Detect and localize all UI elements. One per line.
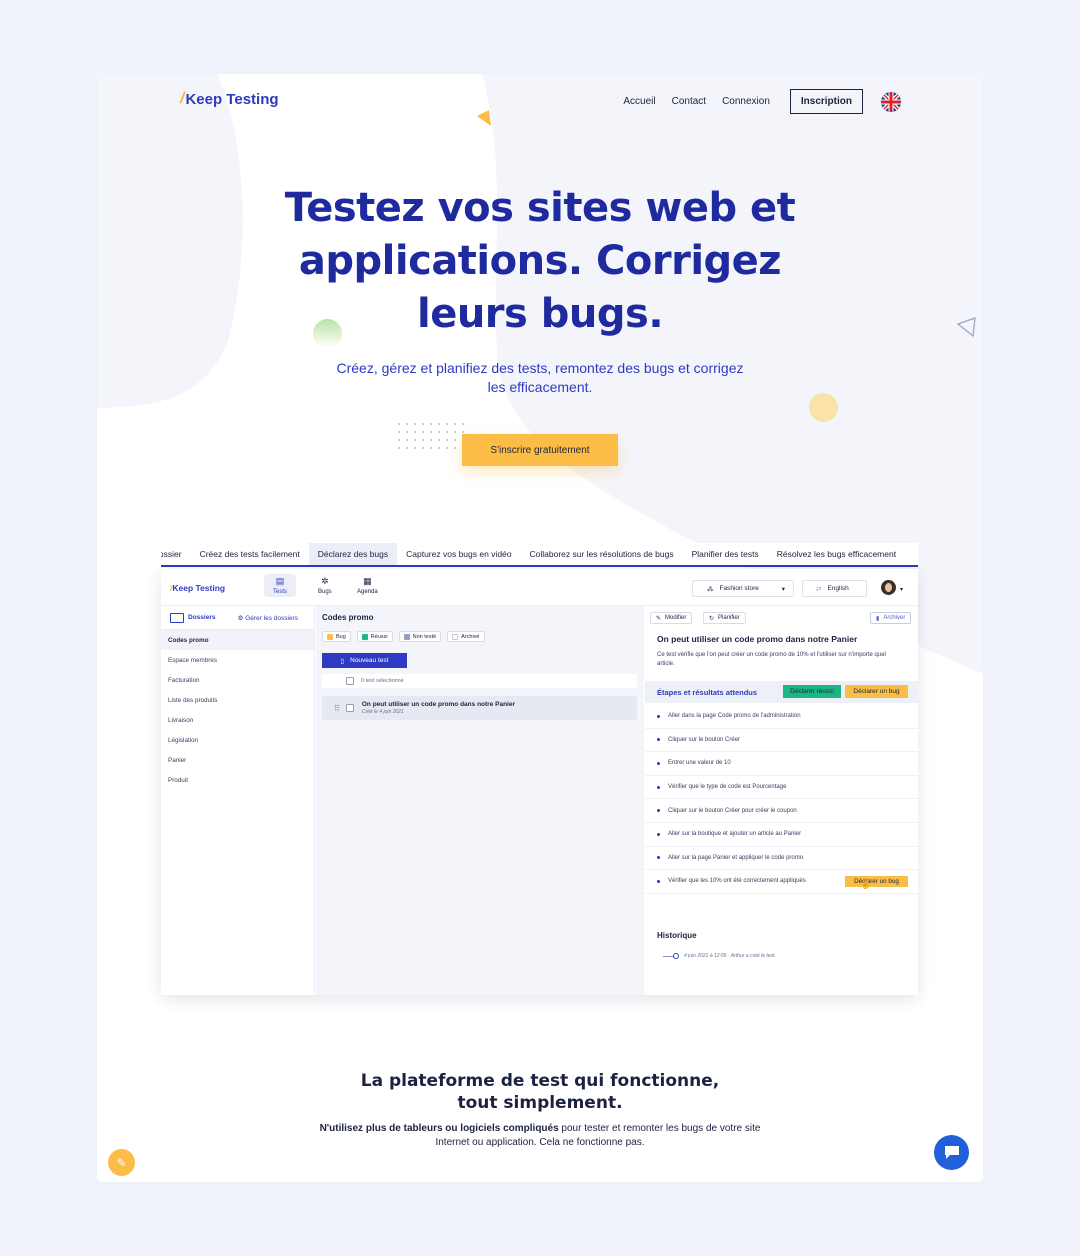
nav-contact-link[interactable]: Contact bbox=[672, 96, 706, 107]
chat-button[interactable] bbox=[934, 1135, 969, 1170]
folders-header: Dossiers ⚙ Gérer les dossiers bbox=[161, 606, 314, 630]
outline-triangle-icon bbox=[956, 317, 976, 338]
app-nav-tests[interactable]: ▤ Tests bbox=[264, 574, 297, 597]
new-test-button[interactable]: ▯ Nouveau test bbox=[322, 653, 407, 668]
sidebar-item-espace-membres[interactable]: Espace membres bbox=[161, 650, 314, 670]
logo-mark-icon: / bbox=[180, 90, 185, 107]
tab-collaborate[interactable]: Collaborez sur les résolutions de bugs bbox=[521, 543, 683, 565]
pen-badge-icon[interactable]: ✎ bbox=[108, 1149, 135, 1176]
document-icon: ▯ bbox=[340, 657, 345, 665]
app-nav-agenda[interactable]: ▦ Agenda bbox=[357, 576, 378, 595]
nav-home-link[interactable]: Accueil bbox=[623, 96, 655, 107]
tab-capture-video[interactable]: Capturez vos bugs en vidéo bbox=[397, 543, 520, 565]
filter-bug[interactable]: Bug bbox=[322, 631, 351, 642]
select-all-row: 0 test sélectionné bbox=[322, 674, 637, 688]
hero-title: Testez vos sites web et applications. Co… bbox=[284, 185, 796, 337]
test-date: Créé le 4 juin 2021 bbox=[361, 709, 404, 715]
calendar-icon: ▦ bbox=[363, 576, 372, 586]
section-description: N'utilisez plus de tableurs ou logiciels… bbox=[319, 1123, 761, 1148]
status-filters: Bug Réussi Non testé Archivé bbox=[322, 631, 491, 642]
list-item: Aller sur la boutique et ajouter un arti… bbox=[645, 823, 918, 847]
timeline-dot-icon bbox=[673, 953, 679, 959]
list-item: Aller sur la page Panier et appliquer le… bbox=[645, 847, 918, 871]
archive-button[interactable]: ▮ Archiver bbox=[870, 612, 912, 624]
app-preview: /Keep Testing ▤ Tests ✲ Bugs ▦ Agenda ⁂ Fash… bbox=[161, 569, 918, 995]
manage-folders-link[interactable]: ⚙ Gérer les dossiers bbox=[238, 614, 298, 622]
step-report-bug-button[interactable]: Déclarer un bug bbox=[845, 876, 908, 888]
clipboard-icon: ▤ bbox=[275, 576, 285, 586]
chat-bubble-icon bbox=[944, 1146, 959, 1159]
app-nav-bugs[interactable]: ✲ Bugs bbox=[318, 576, 332, 595]
dot-pattern bbox=[395, 420, 465, 454]
list-item: Vérifier que les 10% ont été correctemen… bbox=[645, 870, 918, 894]
yellow-circle-icon bbox=[809, 393, 838, 422]
language-select[interactable]: ⇄ English bbox=[802, 580, 867, 597]
history-entry: 4 juin 2021 à 12:05 · Arthur a créé le t… bbox=[663, 953, 776, 959]
list-item: Cliquer sur le bouton Créer bbox=[645, 729, 918, 753]
select-all-checkbox[interactable] bbox=[346, 677, 354, 685]
uk-flag-icon[interactable] bbox=[881, 91, 901, 112]
brand-logo[interactable]: / Keep Testing bbox=[180, 90, 279, 108]
translate-icon: ⇄ bbox=[816, 585, 822, 593]
steps-list: Aller dans la page Code promo de l'admin… bbox=[645, 705, 918, 894]
clock-icon: ↻ bbox=[709, 615, 715, 622]
avatar-caret-icon[interactable]: ▾ bbox=[900, 586, 903, 593]
signup-free-button[interactable]: S'inscrire gratuitement bbox=[462, 434, 618, 466]
nav-login-link[interactable]: Connexion bbox=[722, 96, 770, 107]
hand-cursor-icon: ☝ bbox=[860, 879, 872, 890]
schedule-button[interactable]: ↻ Planifier bbox=[703, 612, 746, 624]
folder-title: Codes promo bbox=[322, 613, 374, 622]
tab-create-tests[interactable]: Créez des tests facilement bbox=[191, 543, 309, 565]
sidebar-item-legislation[interactable]: Législation bbox=[161, 730, 314, 750]
test-list-panel: Codes promo Bug Réussi Non testé Archivé… bbox=[316, 606, 644, 995]
test-detail-panel: ✎ Modifier ↻ Planifier ▮ Archiver On peut u… bbox=[645, 606, 918, 995]
sidebar-item-livraison[interactable]: Livraison bbox=[161, 710, 314, 730]
tab-plan-tests[interactable]: Planifier des tests bbox=[683, 543, 768, 565]
app-logo: /Keep Testing bbox=[170, 583, 226, 593]
tab-folder[interactable]: lossier bbox=[161, 543, 191, 565]
pencil-icon: ✎ bbox=[656, 615, 662, 622]
drag-handle-icon[interactable]: ⠿ bbox=[334, 704, 340, 713]
test-description: Ce test vérifie que l'on peut créer un c… bbox=[657, 652, 886, 667]
bug-icon: ✲ bbox=[321, 576, 329, 586]
report-bug-button[interactable]: Déclarer un bug bbox=[845, 685, 908, 698]
feature-tabs: lossier Créez des tests facilement Décla… bbox=[161, 543, 918, 567]
mark-passed-button[interactable]: Déclarer réussi bbox=[783, 685, 841, 698]
tab-report-bugs[interactable]: Déclarez des bugs bbox=[308, 543, 398, 565]
filter-archived[interactable]: Archivé bbox=[447, 631, 485, 642]
tab-resolve-bugs[interactable]: Résolvez les bugs efficacement bbox=[768, 543, 905, 565]
chevron-down-icon: ▾ bbox=[781, 585, 785, 593]
edit-button[interactable]: ✎ Modifier bbox=[650, 612, 693, 624]
trash-icon: ▮ bbox=[876, 615, 880, 622]
list-item: Aller dans la page Code promo de l'admin… bbox=[645, 705, 918, 729]
sidebar-item-produit[interactable]: Produit bbox=[161, 770, 314, 790]
folder-icon bbox=[170, 612, 184, 623]
test-title: On peut utiliser un code promo dans notr… bbox=[361, 701, 515, 708]
folder-sidebar: Dossiers ⚙ Gérer les dossiers Codes prom… bbox=[161, 606, 315, 995]
sidebar-item-panier[interactable]: Panier bbox=[161, 750, 314, 770]
app-header: /Keep Testing ▤ Tests ✲ Bugs ▦ Agenda ⁂ Fash… bbox=[161, 569, 918, 606]
list-item: Vérifier que le type de code est Pourcen… bbox=[645, 776, 918, 800]
yellow-triangle-icon bbox=[477, 110, 491, 126]
signup-button[interactable]: Inscription bbox=[789, 89, 863, 114]
list-item: Cliquer sur le bouton Créer pour créer l… bbox=[645, 799, 918, 823]
page-card: / Keep Testing Accueil Contact Connexion … bbox=[97, 74, 983, 1182]
section-title: La plateforme de test qui fonctionne, to… bbox=[360, 1071, 720, 1113]
filter-untested[interactable]: Non testé bbox=[398, 631, 442, 642]
sidebar-item-liste-produits[interactable]: Liste des produits bbox=[161, 690, 314, 710]
project-select[interactable]: ⁂ Fashion store ▾ bbox=[692, 580, 794, 597]
history-title: Historique bbox=[657, 931, 697, 940]
test-detail-title: On peut utiliser un code promo dans notr… bbox=[657, 634, 858, 644]
top-nav: Accueil Contact Connexion Inscription bbox=[623, 89, 901, 114]
avatar[interactable] bbox=[881, 580, 896, 595]
hero-subtitle: Créez, gérez et planifiez des tests, rem… bbox=[336, 360, 744, 395]
sidebar-item-facturation[interactable]: Facturation bbox=[161, 670, 314, 690]
table-row[interactable]: ⠿ On peut utiliser un code promo dans no… bbox=[322, 696, 637, 720]
test-checkbox[interactable] bbox=[345, 704, 354, 712]
sidebar-item-codes-promo[interactable]: Codes promo bbox=[161, 630, 314, 650]
list-item: Entrer une valeur de 10 bbox=[645, 752, 918, 776]
project-icon: ⁂ bbox=[707, 585, 714, 593]
filter-passed[interactable]: Réussi bbox=[356, 631, 393, 642]
